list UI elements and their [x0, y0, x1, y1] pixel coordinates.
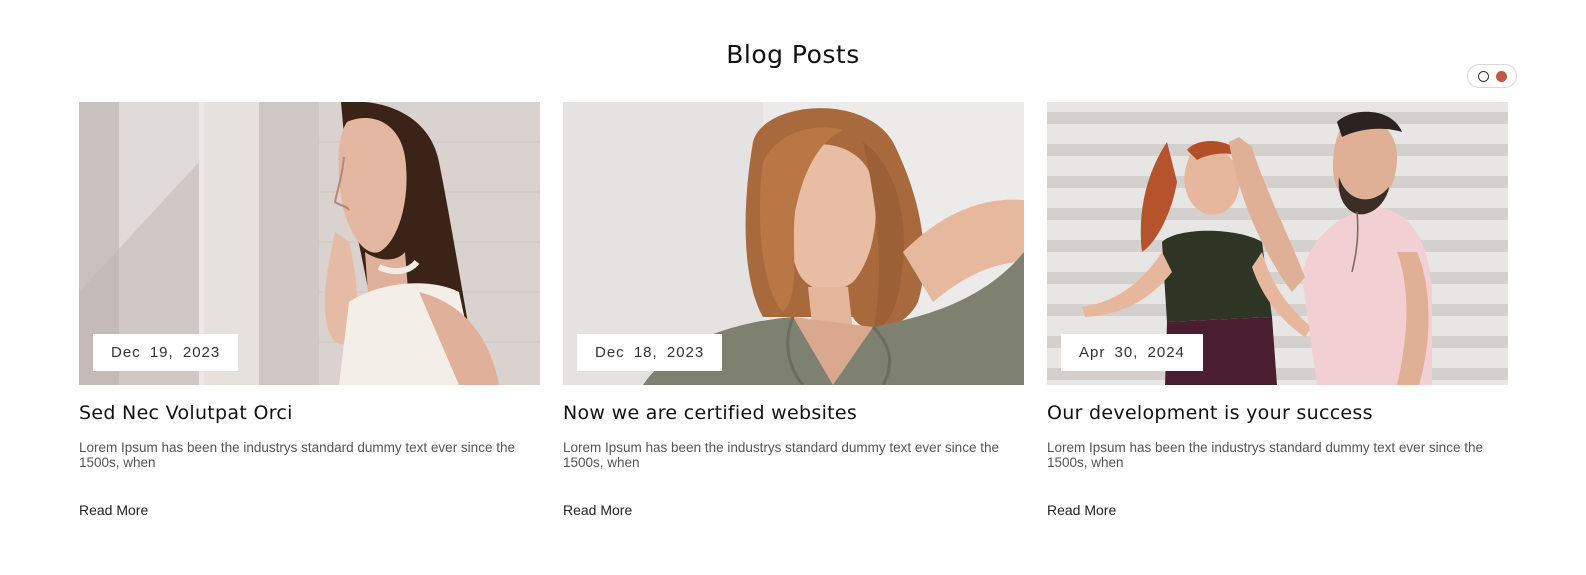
- post-date-badge: Dec 19, 2023: [93, 334, 239, 371]
- read-more-link[interactable]: Read More: [1047, 502, 1116, 518]
- post-date-badge: Dec 18, 2023: [577, 334, 723, 371]
- blog-card-image-3[interactable]: Apr 30, 2024: [1047, 102, 1508, 385]
- post-title[interactable]: Our development is your success: [1047, 402, 1373, 424]
- pager-dot-2[interactable]: [1495, 70, 1507, 82]
- section-title: Blog Posts: [726, 40, 860, 69]
- blog-card-3: Apr 30, 2024 Our development is your suc…: [1047, 102, 1508, 518]
- read-more-link[interactable]: Read More: [563, 502, 632, 518]
- post-excerpt: Lorem Ipsum has been the industrys stand…: [1047, 440, 1483, 470]
- post-excerpt: Lorem Ipsum has been the industrys stand…: [79, 440, 515, 470]
- pager-dot-1[interactable]: [1477, 70, 1489, 82]
- carousel-pager: [1467, 64, 1517, 88]
- blog-card-image-2[interactable]: Dec 18, 2023: [563, 102, 1024, 385]
- blog-card-2: Dec 18, 2023 Now we are certified websit…: [563, 102, 1024, 518]
- post-date-badge: Apr 30, 2024: [1061, 334, 1203, 371]
- read-more-link[interactable]: Read More: [79, 502, 148, 518]
- blog-card-image-1[interactable]: Dec 19, 2023: [79, 102, 540, 385]
- post-title[interactable]: Now we are certified websites: [563, 402, 857, 424]
- post-title[interactable]: Sed Nec Volutpat Orci: [79, 402, 293, 424]
- post-excerpt: Lorem Ipsum has been the industrys stand…: [563, 440, 999, 470]
- blog-card-1: Dec 19, 2023 Sed Nec Volutpat Orci Lorem…: [79, 102, 540, 518]
